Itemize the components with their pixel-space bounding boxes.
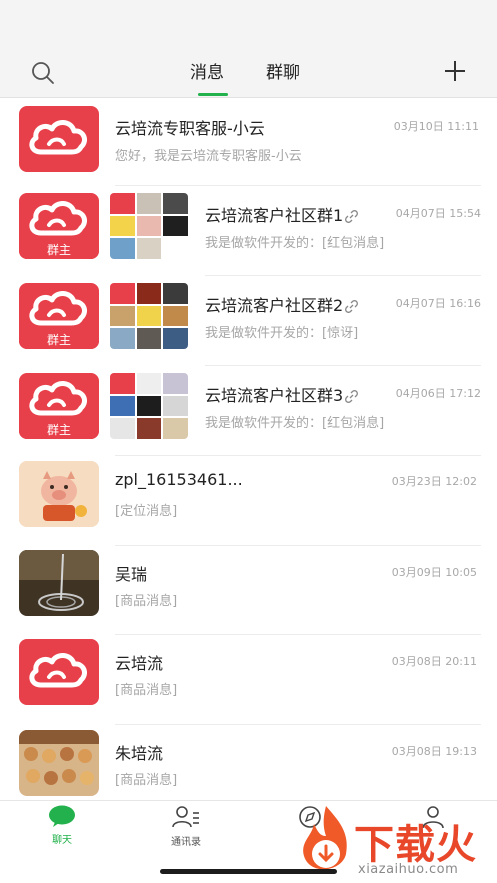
link-icon [345, 300, 359, 313]
conversation-preview: 我是做软件开发的：[惊讶] [205, 326, 359, 341]
home-indicator[interactable] [160, 869, 337, 874]
conversation-row[interactable]: 朱培流 03月08日 19:13 [商品消息] [0, 725, 497, 801]
conversation-title: 云培流客户社区群2 [205, 292, 359, 316]
conversation-row[interactable]: 群主 云培流客户社区群2 04月07日 16:16 我是做软件开发的：[惊讶] [0, 276, 497, 366]
conversation-row[interactable]: 云培流 03月08日 20:11 [商品消息] [0, 635, 497, 725]
conversation-row[interactable]: 群主 云培流客户社区群1 04月07日 15:54 我是做软件开发的：[红包消息… [0, 186, 497, 276]
conversation-time: 03月10日 11:11 [393, 120, 479, 133]
group-owner-avatar: 群主 [19, 283, 99, 349]
watermark-url: xiazaihuo.com [358, 862, 459, 877]
conversation-time: 03月08日 20:11 [391, 655, 477, 668]
group-owner-avatar: 群主 [19, 373, 99, 439]
conversation-preview: 我是做软件开发的：[红包消息] [205, 236, 385, 251]
contacts-icon [172, 806, 199, 828]
group-mosaic-avatar [110, 193, 188, 259]
link-icon [345, 210, 359, 223]
conversation-preview: [商品消息] [115, 773, 178, 788]
conversation-title: 云培流 [115, 654, 164, 673]
active-tab-indicator [198, 93, 228, 96]
conversation-row[interactable]: 群主 云培流客户社区群3 04月06日 17:12 我是做软件开发的：[红包消息… [0, 366, 497, 456]
add-icon[interactable] [441, 57, 469, 85]
search-icon[interactable] [28, 58, 58, 88]
link-icon [345, 390, 359, 403]
nav-chat-label: 聊天 [52, 835, 72, 846]
pig-photo-avatar [19, 461, 99, 527]
tab-messages[interactable]: 消息 [190, 58, 224, 83]
top-bar: 消息 群聊 [0, 0, 497, 98]
conversation-preview: 您好，我是云培流专职客服-小云 [115, 149, 302, 164]
conversation-preview: 我是做软件开发的：[红包消息] [205, 416, 385, 431]
group-owner-badge: 群主 [19, 331, 99, 349]
spoon-photo-avatar [19, 550, 99, 616]
conversation-time: 03月23日 12:02 [391, 475, 477, 488]
group-mosaic-avatar [110, 373, 188, 439]
food-photo-avatar [19, 730, 99, 796]
conversation-time: 03月08日 19:13 [391, 745, 477, 758]
conversation-row[interactable]: zpl_16153461... 03月23日 12:02 [定位消息] [0, 456, 497, 546]
conversation-title: 朱培流 [115, 744, 164, 763]
chat-bubble-icon [49, 805, 75, 827]
conversation-row[interactable]: 吴瑞 03月09日 10:05 [商品消息] [0, 546, 497, 635]
conversation-title: 云培流客户社区群1 [205, 202, 359, 226]
conversation-row[interactable]: 云培流专职客服-小云 03月10日 11:11 您好，我是云培流专职客服-小云 [0, 99, 497, 186]
conversation-time: 04月07日 16:16 [395, 297, 481, 310]
group-mosaic-avatar [110, 283, 188, 349]
conversation-preview: [定位消息] [115, 504, 178, 519]
conversation-preview: [商品消息] [115, 683, 178, 698]
conversation-time: 03月09日 10:05 [391, 566, 477, 579]
nav-contacts-label: 通讯录 [171, 837, 201, 848]
conversation-time: 04月07日 15:54 [395, 207, 481, 220]
conversation-title: 云培流专职客服-小云 [115, 119, 265, 138]
conversation-title: zpl_16153461... [115, 470, 243, 489]
conversation-title: 吴瑞 [115, 565, 148, 584]
nav-contacts[interactable]: 通讯录 [151, 805, 221, 848]
group-owner-badge: 群主 [19, 421, 99, 439]
brand-logo-avatar [19, 639, 99, 705]
nav-chat[interactable]: 聊天 [27, 805, 97, 846]
tab-group-chats[interactable]: 群聊 [266, 58, 300, 83]
brand-logo-avatar [19, 106, 99, 172]
conversation-title: 云培流客户社区群3 [205, 382, 359, 406]
conversation-preview: [商品消息] [115, 594, 178, 609]
group-owner-avatar: 群主 [19, 193, 99, 259]
conversation-list: 云培流专职客服-小云 03月10日 11:11 您好，我是云培流专职客服-小云 … [0, 99, 497, 801]
group-owner-badge: 群主 [19, 241, 99, 259]
conversation-time: 04月06日 17:12 [395, 387, 481, 400]
